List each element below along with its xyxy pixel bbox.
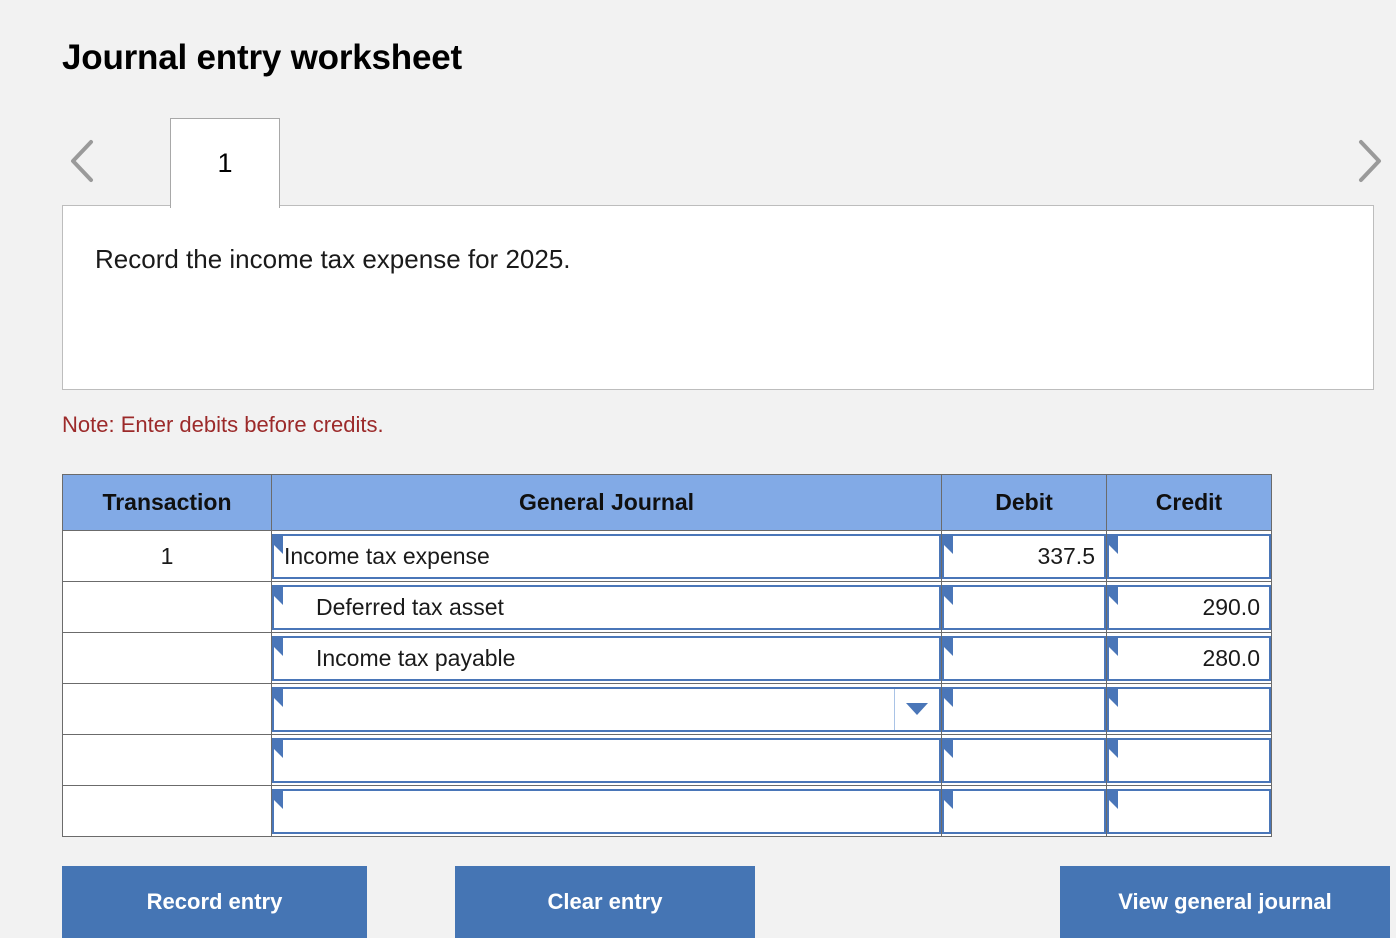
credit-value: 290.0 [1202,593,1260,620]
debit-input[interactable] [942,635,1106,681]
table-row: Deferred tax asset 290.0 [62,581,1272,633]
table-row [62,734,1272,786]
debit-cell[interactable] [941,785,1107,837]
transaction-number-cell [62,632,272,684]
table-row: 1 Income tax expense 337.5 [62,530,1272,582]
account-name: Income tax payable [316,644,516,671]
table-header-row: Transaction General Journal Debit Credit [62,474,1272,531]
debit-input[interactable] [942,584,1106,630]
debit-value: 337.5 [1037,542,1095,569]
page-title: Journal entry worksheet [62,38,462,77]
debit-input[interactable] [942,686,1106,732]
debit-cell[interactable]: 337.5 [941,530,1107,582]
account-input[interactable] [272,737,941,783]
debit-cell[interactable] [941,734,1107,786]
debit-cell[interactable] [941,581,1107,633]
debit-input[interactable] [942,737,1106,783]
chevron-left-icon[interactable] [66,136,100,186]
debit-cell[interactable] [941,632,1107,684]
credit-cell[interactable] [1106,734,1272,786]
column-header-general-journal: General Journal [271,474,942,531]
debit-input[interactable]: 337.5 [942,533,1106,579]
table-row [62,683,1272,735]
account-select[interactable] [272,686,941,732]
column-header-credit: Credit [1106,474,1272,531]
credit-cell[interactable]: 290.0 [1106,581,1272,633]
tab-strip: 1 [62,118,1381,208]
transaction-number-cell: 1 [62,530,272,582]
account-cell[interactable]: Income tax payable [271,632,942,684]
credit-value: 280.0 [1202,644,1260,671]
instruction-text: Record the income tax expense for 2025. [95,244,571,274]
credit-cell[interactable] [1106,683,1272,735]
transaction-number-cell [62,581,272,633]
transaction-number-cell [62,683,272,735]
credit-input[interactable] [1107,533,1271,579]
account-name: Deferred tax asset [316,593,504,620]
account-input[interactable]: Income tax payable [272,635,941,681]
credit-input[interactable]: 290.0 [1107,584,1271,630]
account-cell[interactable] [271,734,942,786]
credit-input[interactable] [1107,737,1271,783]
debits-before-credits-note: Note: Enter debits before credits. [62,412,384,437]
account-cell[interactable] [271,683,942,735]
credit-cell[interactable]: 280.0 [1106,632,1272,684]
instruction-panel: Record the income tax expense for 2025. [62,205,1374,390]
account-cell[interactable]: Income tax expense [271,530,942,582]
credit-cell[interactable] [1106,530,1272,582]
chevron-down-icon [906,703,928,715]
credit-cell[interactable] [1106,785,1272,837]
debit-cell[interactable] [941,683,1107,735]
credit-input[interactable] [1107,788,1271,834]
chevron-right-icon[interactable] [1352,136,1386,186]
column-header-debit: Debit [941,474,1107,531]
tab-1[interactable]: 1 [170,118,280,208]
table-row [62,785,1272,837]
record-entry-button[interactable]: Record entry [62,866,367,938]
transaction-number-cell [62,734,272,786]
credit-input[interactable]: 280.0 [1107,635,1271,681]
credit-input[interactable] [1107,686,1271,732]
debit-input[interactable] [942,788,1106,834]
journal-entry-worksheet-page: Journal entry worksheet 1 Record the inc… [0,0,1396,938]
view-general-journal-button[interactable]: View general journal [1060,866,1390,938]
journal-entry-table: Transaction General Journal Debit Credit… [62,474,1272,837]
account-input[interactable]: Income tax expense [272,533,941,579]
table-row: Income tax payable 280.0 [62,632,1272,684]
account-input[interactable]: Deferred tax asset [272,584,941,630]
transaction-number-cell [62,785,272,837]
account-dropdown-button[interactable] [894,688,939,730]
account-name: Income tax expense [284,542,490,569]
account-cell[interactable] [271,785,942,837]
column-header-transaction: Transaction [62,474,272,531]
account-cell[interactable]: Deferred tax asset [271,581,942,633]
tab-1-label: 1 [217,148,233,178]
clear-entry-button[interactable]: Clear entry [455,866,755,938]
account-input[interactable] [272,788,941,834]
